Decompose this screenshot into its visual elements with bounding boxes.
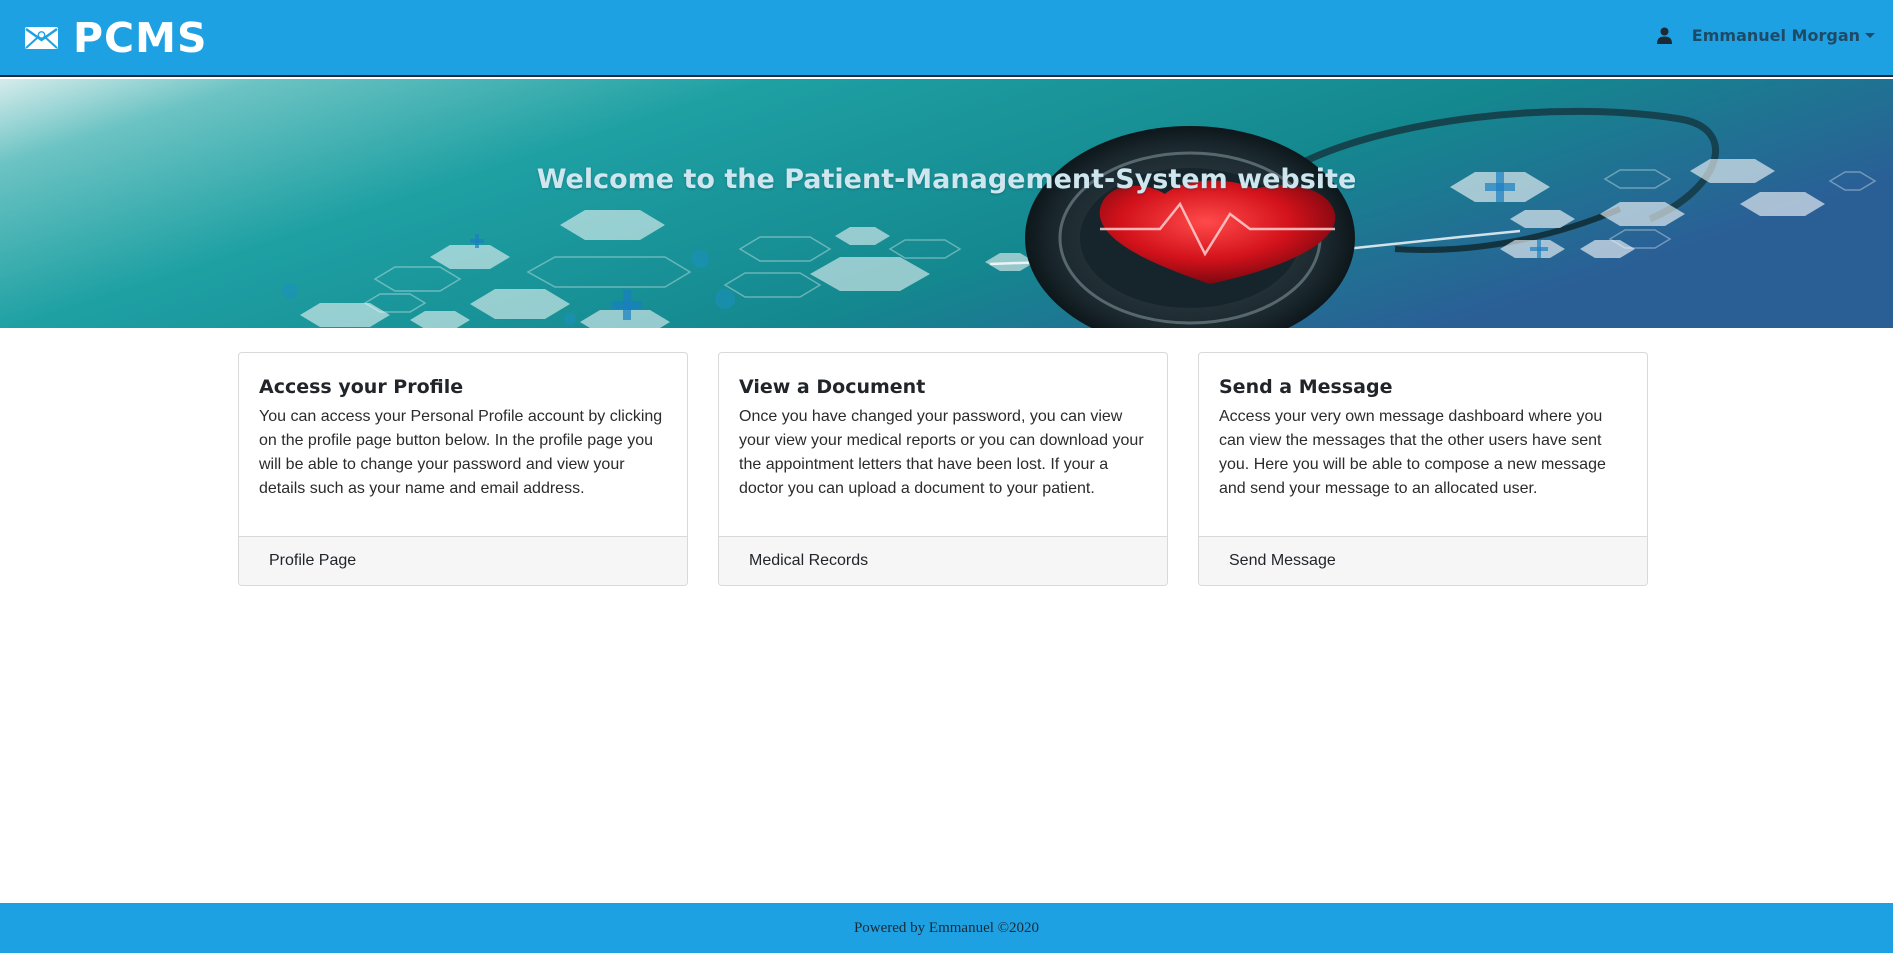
user-icon — [1656, 27, 1672, 44]
card-title: Send a Message — [1219, 376, 1393, 398]
brand-logo-link[interactable]: PCMS — [24, 16, 207, 60]
brand-name: PCMS — [73, 14, 208, 62]
user-dropdown-toggle[interactable]: Emmanuel Morgan — [1656, 22, 1875, 48]
profile-page-link[interactable]: Profile Page — [269, 552, 356, 570]
card-access-profile: Access your Profile You can access your … — [238, 352, 688, 586]
card-text: Once you have changed your password, you… — [739, 408, 1144, 497]
card-send-message: Send a Message Access your very own mess… — [1198, 352, 1648, 586]
card-title: Access your Profile — [259, 376, 464, 398]
medical-stethoscope-heart-image — [0, 79, 1893, 328]
card-text: Access your very own message dashboard w… — [1219, 408, 1606, 497]
card-footer: Profile Page — [239, 536, 687, 585]
card-footer: Medical Records — [719, 536, 1167, 585]
hero-banner: Welcome to the Patient-Management-System… — [0, 79, 1893, 328]
user-name: Emmanuel Morgan — [1691, 25, 1860, 45]
card-view-document: View a Document Once you have changed yo… — [718, 352, 1168, 586]
footer-text: Powered by Emmanuel ©2020 — [853, 919, 1040, 936]
page-footer: Powered by Emmanuel ©2020 — [0, 903, 1893, 953]
card-text: You can access your Personal Profile acc… — [259, 408, 663, 497]
envelope-icon — [25, 27, 58, 49]
card-body: Send a Message Access your very own mess… — [1199, 353, 1647, 537]
send-message-link[interactable]: Send Message — [1229, 552, 1336, 570]
top-navbar: PCMS Emmanuel Morgan — [0, 0, 1893, 77]
chevron-down-icon — [1865, 32, 1875, 38]
card-body: View a Document Once you have changed yo… — [719, 353, 1167, 537]
card-footer: Send Message — [1199, 536, 1647, 585]
hero-title: Welcome to the Patient-Management-System… — [536, 164, 1357, 195]
card-body: Access your Profile You can access your … — [239, 353, 687, 537]
card-title: View a Document — [739, 376, 926, 398]
medical-records-link[interactable]: Medical Records — [749, 552, 868, 570]
